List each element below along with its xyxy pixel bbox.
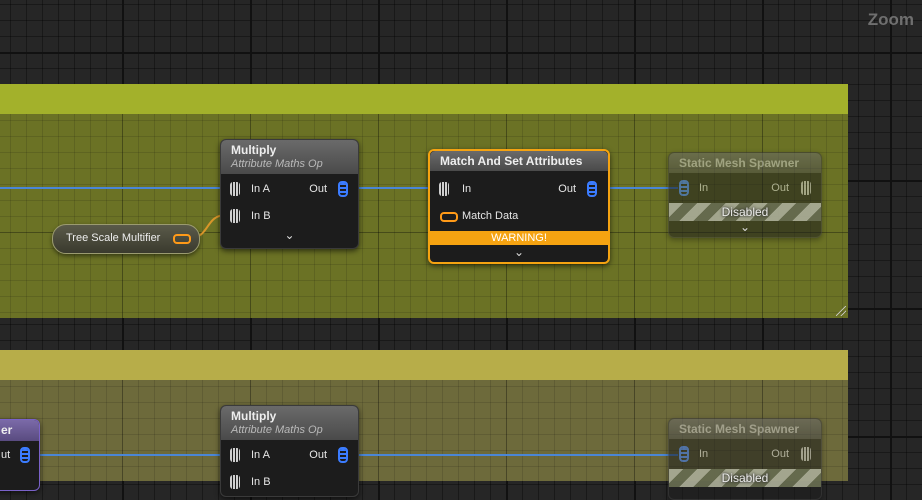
pin-label-out: Out: [771, 448, 789, 460]
pin-label-out: Out: [309, 183, 327, 195]
input-pin-a-icon[interactable]: [230, 182, 240, 196]
warning-banner: WARNING!: [430, 231, 608, 245]
expand-chevron-icon[interactable]: ⌄: [430, 245, 608, 259]
node-subtitle: Attribute Maths Op: [231, 158, 323, 170]
disabled-label: Disabled: [721, 471, 769, 485]
output-pin-icon[interactable]: [801, 181, 811, 195]
node-title: er: [1, 423, 13, 437]
expand-chevron-icon[interactable]: ⌄: [221, 228, 358, 242]
pin-label-out: Out: [309, 449, 327, 461]
partial-left-node[interactable]: er ut: [0, 419, 40, 491]
disabled-banner-1: Disabled: [669, 203, 821, 221]
input-pin-icon[interactable]: [679, 446, 689, 462]
expand-chevron-icon[interactable]: ⌄: [669, 220, 821, 234]
node-header[interactable]: Match And Set Attributes: [430, 151, 608, 171]
input-pin-icon[interactable]: [439, 182, 449, 196]
node-subtitle: Attribute Maths Op: [231, 424, 323, 436]
static-mesh-spawner-node-2[interactable]: Static Mesh Spawner In Out: [668, 418, 822, 500]
pin-label-in-a: In A: [251, 449, 270, 461]
input-pin-b-icon[interactable]: [230, 475, 240, 489]
output-pin-icon[interactable]: [338, 181, 348, 197]
node-title: Multiply: [231, 143, 277, 157]
output-pin-icon[interactable]: [587, 181, 597, 197]
pin-label-in-b: In B: [251, 210, 271, 222]
pin-label-out: ut: [1, 449, 11, 461]
multiply-node-1[interactable]: Multiply Attribute Maths Op In A Out In …: [220, 139, 359, 249]
disabled-banner-2: Disabled: [669, 469, 821, 487]
output-pin-icon[interactable]: [20, 447, 30, 463]
node-title: Match And Set Attributes: [440, 154, 583, 168]
input-pin-b-icon[interactable]: [230, 209, 240, 223]
input-pin-icon[interactable]: [679, 180, 689, 196]
wire-multiply-to-spawner-2[interactable]: [346, 454, 678, 456]
pin-label-in-b: In B: [251, 476, 271, 488]
node-title: Multiply: [231, 409, 277, 423]
node-title: Static Mesh Spawner: [679, 156, 800, 170]
input-pin-a-icon[interactable]: [230, 448, 240, 462]
pin-label-in: In: [462, 183, 472, 195]
node-header[interactable]: er: [0, 420, 39, 441]
tree-scale-multiplier-node[interactable]: Tree Scale Multifier: [52, 224, 200, 254]
multiply-node-2[interactable]: Multiply Attribute Maths Op In A Out In …: [220, 405, 359, 497]
node-title: Static Mesh Spawner: [679, 422, 800, 436]
match-and-set-attributes-node[interactable]: Match And Set Attributes In Out Match Da…: [428, 149, 610, 264]
match-data-pin-icon[interactable]: [440, 212, 458, 222]
output-pin-icon[interactable]: [338, 447, 348, 463]
node-header[interactable]: Static Mesh Spawner: [669, 153, 821, 173]
pin-label-match-data: Match Data: [462, 210, 519, 222]
node-header[interactable]: Multiply Attribute Maths Op: [221, 406, 358, 440]
node-header[interactable]: Multiply Attribute Maths Op: [221, 140, 358, 174]
node-header[interactable]: Static Mesh Spawner: [669, 419, 821, 439]
pin-label-in-a: In A: [251, 183, 270, 195]
pin-label-out: Out: [771, 182, 789, 194]
output-pin-icon[interactable]: [801, 447, 811, 461]
pill-label: Tree Scale Multifier: [66, 232, 161, 244]
pin-label-in: In: [699, 182, 709, 194]
output-pin-icon[interactable]: [173, 234, 191, 244]
pin-label-in: In: [699, 448, 709, 460]
disabled-label: Disabled: [721, 205, 769, 219]
pin-label-out: Out: [558, 183, 576, 195]
wire-left-to-multiply-2[interactable]: [28, 454, 224, 456]
